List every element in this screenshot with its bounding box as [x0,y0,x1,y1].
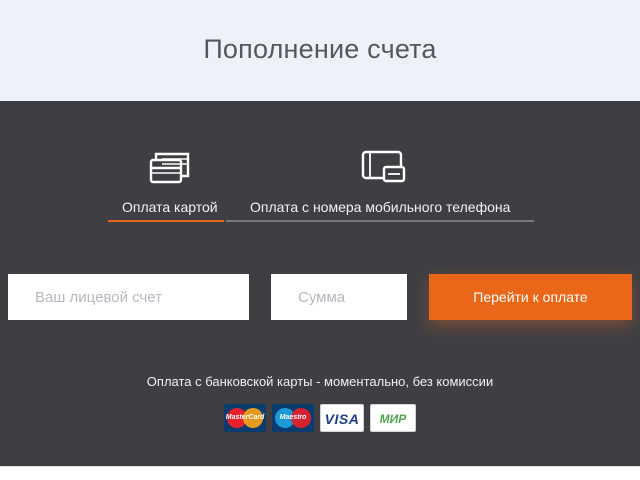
tab-phone-payment[interactable]: Оплата с номера мобильного телефона [226,150,534,222]
mobile-phone-icon [360,150,408,191]
account-number-input[interactable] [8,274,249,320]
mastercard-logo: MasterCard [224,404,266,432]
page-header: Пополнение счета [0,0,640,101]
tab-card-label: Оплата картой [122,199,218,215]
page-title: Пополнение счета [203,34,437,64]
tab-card-payment[interactable]: Оплата картой [108,150,226,222]
mir-logo: МИР [370,404,416,432]
maestro-logo: Maestro [272,404,314,432]
visa-logo: VISA [320,404,364,432]
payment-note: Оплата с банковской карты - моментально,… [146,374,494,389]
page-footer-strip [0,466,640,480]
tab-phone-label: Оплата с номера мобильного телефона [250,199,511,215]
amount-input[interactable] [271,274,407,320]
active-tab-indicator [108,220,224,222]
credit-cards-icon [148,150,194,191]
proceed-to-payment-button[interactable]: Перейти к оплате [429,274,632,320]
tab-divider [226,220,534,222]
